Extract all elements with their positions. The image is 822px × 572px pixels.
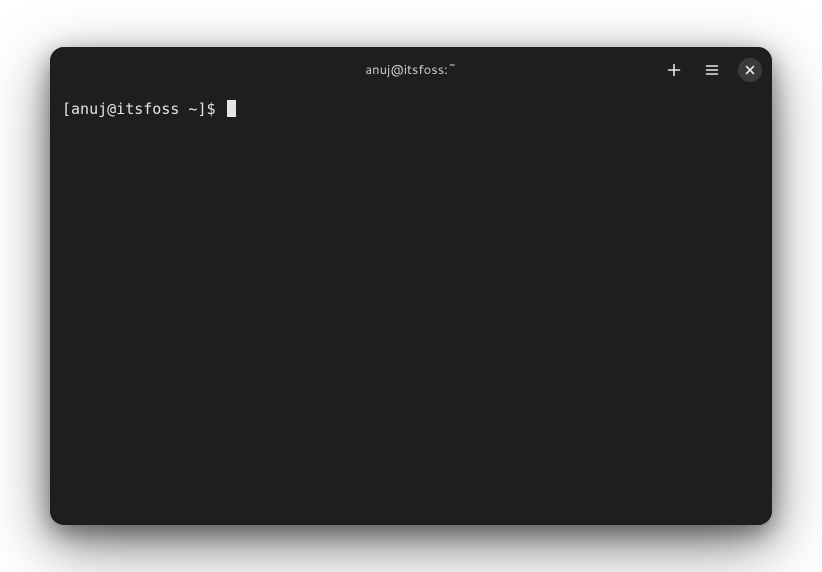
prompt-line: [anuj@itsfoss ~]$ [62,99,760,119]
window-controls [662,47,762,93]
close-icon [743,63,757,77]
window-title: anuj@itsfoss:~ [365,61,456,79]
plus-icon [666,62,682,78]
terminal-body[interactable]: [anuj@itsfoss ~]$ [50,93,772,525]
new-tab-button[interactable] [662,58,686,82]
titlebar: anuj@itsfoss:~ [50,47,772,93]
cursor [227,100,236,117]
hamburger-icon [704,62,720,78]
menu-button[interactable] [700,58,724,82]
close-button[interactable] [738,58,762,82]
shell-prompt: [anuj@itsfoss ~]$ [62,99,225,119]
terminal-window: anuj@itsfoss:~ [anuj@itsfoss ~]$ [50,47,772,525]
